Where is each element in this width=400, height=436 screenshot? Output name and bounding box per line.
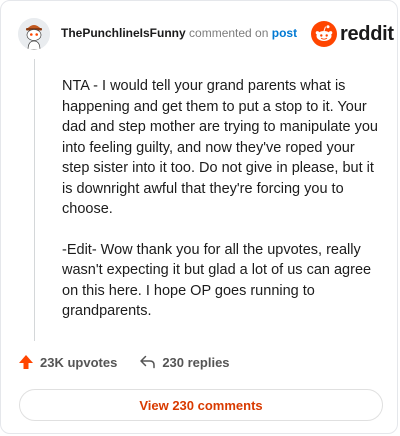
- post-link[interactable]: post: [272, 26, 297, 40]
- comment-actions: 23K upvotes 230 replies: [18, 354, 230, 370]
- comment-paragraph: NTA - I would tell your grand parents wh…: [62, 78, 378, 217]
- upvote-button[interactable]: 23K upvotes: [18, 354, 117, 370]
- reddit-wordmark: reddit: [340, 22, 394, 45]
- comment-header: ThePunchlineIsFunny commented on post: [61, 25, 297, 41]
- comment-paragraph: -Edit- Wow thank you for all the upvotes…: [62, 241, 372, 320]
- reddit-logo[interactable]: reddit: [311, 21, 394, 47]
- reddit-snoo-icon: [311, 21, 337, 47]
- comment-body: NTA - I would tell your grand parents wh…: [62, 76, 380, 342]
- view-comments-button[interactable]: View 230 comments: [19, 389, 383, 421]
- username-link[interactable]: ThePunchlineIsFunny: [61, 26, 186, 40]
- snoo-avatar-icon: [18, 18, 50, 50]
- reply-count: 230 replies: [162, 354, 230, 370]
- upvote-arrow-icon: [19, 355, 33, 369]
- avatar[interactable]: [18, 18, 50, 50]
- reply-button[interactable]: 230 replies: [139, 354, 230, 370]
- thread-line[interactable]: [34, 59, 35, 341]
- upvote-count: 23K upvotes: [40, 354, 118, 370]
- comment-card: ThePunchlineIsFunny commented on post re…: [0, 0, 398, 434]
- reply-arrow-icon: [140, 355, 156, 369]
- commented-on-label: commented on: [189, 26, 269, 40]
